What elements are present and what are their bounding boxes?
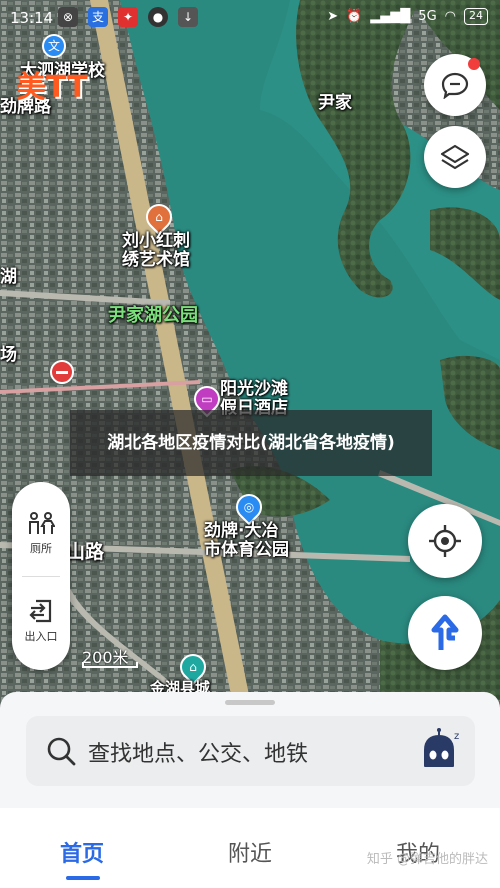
label-park[interactable]: 尹家湖公园	[108, 306, 198, 326]
alipay-icon: 支	[88, 7, 108, 27]
label-embroidery-museum[interactable]: 刘小红刺 绣艺术馆	[122, 232, 190, 270]
status-bar: 13:14 ⊗ 支 ✦ ● ↓ ➤ ⏰ ▂▄▆█ 5G ◠ 24	[0, 0, 500, 36]
label-left-hu: 湖	[0, 267, 17, 287]
entrance-button[interactable]: 出入口	[12, 598, 70, 644]
tab-home[interactable]: 首页	[60, 836, 104, 868]
restroom-label: 厕所	[30, 542, 52, 555]
locate-button[interactable]	[408, 504, 482, 578]
facility-panel: 厕所 出入口	[12, 482, 70, 670]
layers-icon	[440, 144, 470, 170]
svg-text:z: z	[454, 731, 459, 742]
label-shan-road[interactable]: 山路	[66, 542, 104, 563]
message-button[interactable]	[424, 54, 486, 116]
locate-icon	[429, 525, 461, 557]
label-stadium[interactable]: 劲牌·大冶 市体育公园	[204, 522, 289, 560]
zhihu-watermark: 知乎 @弹吉他的胖达	[366, 852, 488, 867]
signal-icon: ▂▄▆█	[370, 9, 411, 24]
tab-nearby[interactable]: 附近	[228, 836, 272, 868]
app-notification-icon: ⊗	[58, 7, 78, 27]
news-app-icon: ✦	[118, 7, 138, 27]
network-type: 5G	[418, 9, 437, 24]
entrance-label: 出入口	[24, 630, 58, 643]
navigate-button[interactable]	[408, 596, 482, 670]
translate-badge-icon: 文	[42, 34, 66, 58]
globe-icon: ●	[148, 7, 168, 27]
navigate-arrow-icon	[431, 614, 459, 650]
status-notification-icons: ⊗ 支 ✦ ● ↓	[58, 7, 198, 27]
wifi-icon: ◠	[444, 9, 456, 24]
search-icon	[47, 737, 76, 766]
message-icon	[441, 72, 469, 99]
article-title-overlay: 湖北各地区疫情对比(湖北省各地疫情)	[70, 410, 432, 476]
no-entry-icon	[50, 360, 74, 384]
label-yinjia[interactable]: 尹家	[318, 94, 352, 113]
sheet-drag-handle[interactable]	[225, 700, 275, 705]
entrance-icon	[29, 599, 52, 623]
alarm-icon: ⏰	[346, 9, 363, 24]
tab-home-indicator	[66, 876, 100, 880]
search-placeholder[interactable]: 查找地点、公交、地铁	[88, 736, 308, 768]
source-logo: 美TT	[16, 70, 88, 105]
restroom-button[interactable]: 厕所	[12, 512, 70, 556]
label-left-chang: 场	[0, 345, 17, 365]
unread-dot	[468, 58, 480, 70]
layers-button[interactable]	[424, 126, 486, 188]
location-arrow-icon: ➤	[327, 9, 339, 24]
battery-level: 24	[464, 8, 488, 25]
side-divider	[22, 576, 60, 577]
robot-assistant-icon[interactable]: z	[419, 728, 461, 772]
map-scale-bar	[82, 662, 138, 668]
status-time: 13:14	[10, 9, 54, 27]
restroom-icon	[29, 512, 55, 534]
search-bar[interactable]: 查找地点、公交、地铁 z	[26, 716, 475, 786]
download-icon: ↓	[178, 7, 198, 27]
status-right-icons: ➤ ⏰ ▂▄▆█ 5G ◠ 24	[327, 8, 488, 25]
